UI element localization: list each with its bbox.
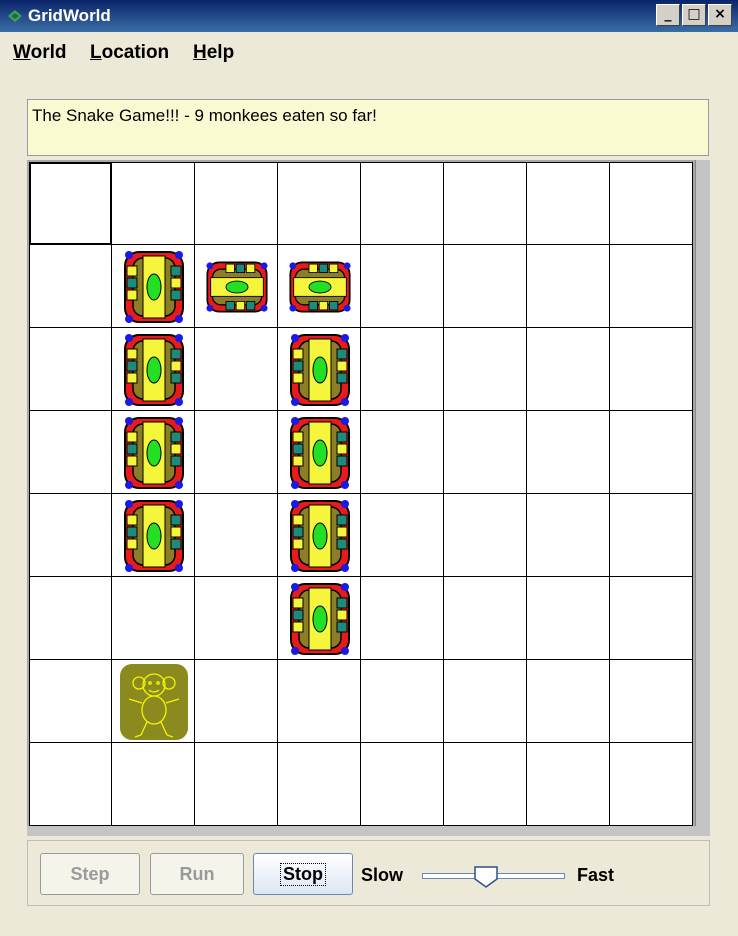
grid-cell[interactable] [29,743,112,826]
grid-cell[interactable] [610,743,693,826]
grid-cell[interactable] [610,162,693,245]
grid[interactable] [29,162,693,826]
grid-cell[interactable] [361,660,444,743]
vertical-scrollbar[interactable] [695,160,710,836]
grid-cell[interactable] [29,660,112,743]
stop-button[interactable]: Stop [253,853,353,895]
grid-cell[interactable] [527,245,610,328]
run-button[interactable]: Run [150,853,244,895]
grid-cell[interactable] [527,411,610,494]
grid-cell[interactable] [112,162,195,245]
snake-segment[interactable] [195,245,278,328]
snake-segment[interactable] [112,411,195,494]
grid-cell[interactable] [112,577,195,660]
window-title: GridWorld [28,6,111,25]
snake-segment[interactable] [278,577,361,660]
snake-segment[interactable] [112,245,195,328]
grid-cell[interactable] [610,494,693,577]
speed-slider-thumb[interactable] [473,865,499,889]
close-icon[interactable]: × [708,4,732,26]
snake-segment[interactable] [278,328,361,411]
grid-cell[interactable] [29,411,112,494]
message-area: The Snake Game!!! - 9 monkees eaten so f… [27,99,709,156]
grid-cell[interactable] [361,411,444,494]
title-bar[interactable]: GridWorld _ □ × [0,0,738,32]
grid-cell[interactable] [29,494,112,577]
grid-cell[interactable] [444,162,527,245]
grid-cell[interactable] [361,577,444,660]
snake-segment[interactable] [112,494,195,577]
grid-cell[interactable] [278,660,361,743]
gridworld-window: GridWorld _ □ × World Location Help The … [0,0,738,936]
grid-cell[interactable] [527,328,610,411]
grid-cell[interactable] [527,577,610,660]
grid-cell[interactable] [361,494,444,577]
menu-location[interactable]: Location [90,42,169,64]
grid-cell[interactable] [444,328,527,411]
grid-cell[interactable] [444,743,527,826]
grid-cell[interactable] [195,328,278,411]
grid-cell[interactable] [444,411,527,494]
grid-cell[interactable] [444,245,527,328]
grid-cell[interactable] [195,411,278,494]
snake-segment[interactable] [278,494,361,577]
maximize-icon[interactable]: □ [682,4,706,26]
grid-cell[interactable] [444,494,527,577]
grid-cell[interactable] [527,660,610,743]
minimize-icon[interactable]: _ [656,4,680,26]
menu-bar: World Location Help [0,34,738,72]
grid-cell[interactable] [361,162,444,245]
message-text: The Snake Game!!! - 9 monkees eaten so f… [32,106,377,125]
grid-cell[interactable] [444,577,527,660]
grid-cell[interactable] [195,577,278,660]
grid-cell[interactable] [361,245,444,328]
grid-cell[interactable] [29,328,112,411]
grid-cell[interactable] [112,743,195,826]
snake-segment[interactable] [278,411,361,494]
grid-cell[interactable] [527,494,610,577]
grid-cell[interactable] [361,743,444,826]
grid-cell[interactable] [527,743,610,826]
menu-help[interactable]: Help [193,42,234,64]
grid-cell[interactable] [29,245,112,328]
grid-cell[interactable] [361,328,444,411]
grid-cell[interactable] [610,411,693,494]
grid-cell[interactable] [278,162,361,245]
monkey-icon[interactable] [112,660,195,743]
fast-label: Fast [577,865,615,885]
slow-label: Slow [361,865,404,885]
grid-cell[interactable] [195,743,278,826]
step-button[interactable]: Step [40,853,140,895]
grid-cell[interactable] [527,162,610,245]
app-icon [8,10,22,22]
grid-cell[interactable] [610,577,693,660]
grid-cell[interactable] [610,245,693,328]
control-panel: Step Run Stop Slow Fast [27,840,710,906]
grid-cell[interactable] [29,162,112,245]
grid-cell[interactable] [278,743,361,826]
grid-cell[interactable] [610,660,693,743]
horizontal-scrollbar[interactable] [27,826,710,836]
grid-cell[interactable] [195,660,278,743]
menu-world[interactable]: World [13,42,66,64]
grid-cell[interactable] [29,577,112,660]
grid-cell[interactable] [195,162,278,245]
grid-cell[interactable] [195,494,278,577]
snake-segment[interactable] [112,328,195,411]
grid-cell[interactable] [610,328,693,411]
grid-panel [27,160,710,836]
grid-cell[interactable] [444,660,527,743]
snake-segment[interactable] [278,245,361,328]
